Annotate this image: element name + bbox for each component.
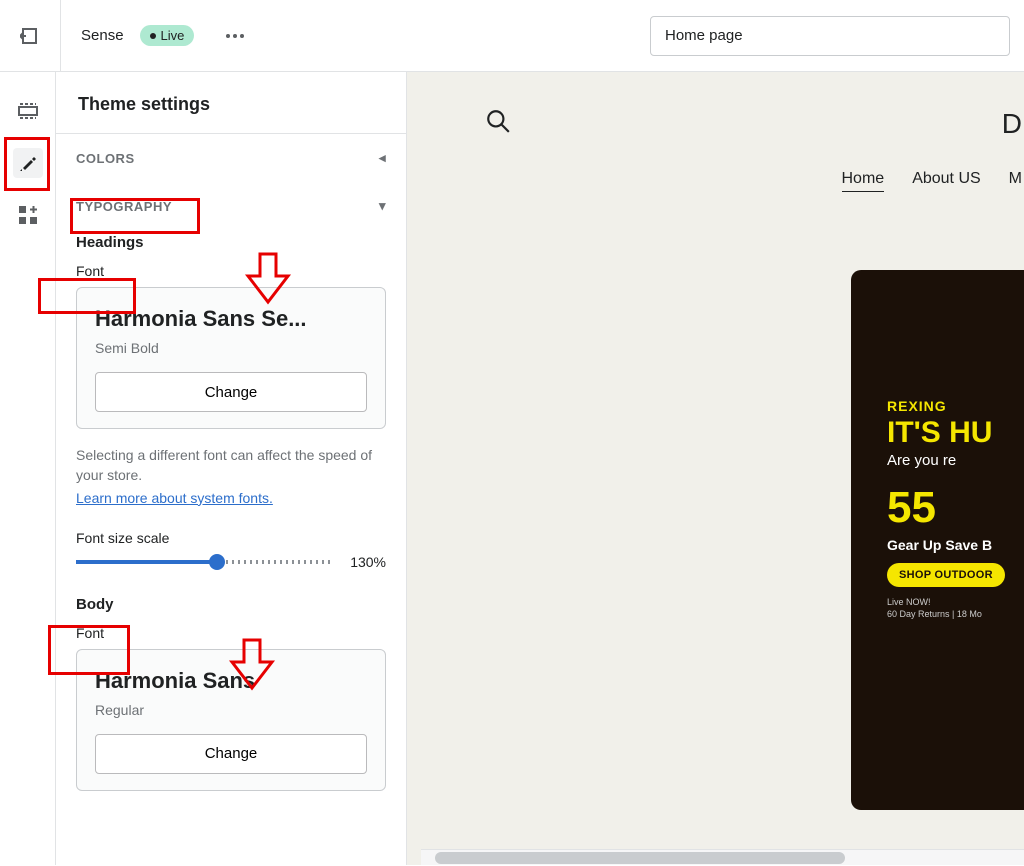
body-font-label: Font [76,625,386,641]
rail-theme-settings[interactable] [13,148,43,178]
live-badge: Live [140,25,195,46]
hero-tiny1: Live NOW! [887,597,1024,609]
paint-icon [18,153,38,173]
hero-tiny2: 60 Day Returns | 18 Mo [887,609,1024,621]
typography-body: Headings Font Harmonia Sans Se... Semi B… [56,230,406,827]
font-size-scale-label: Font size scale [76,530,386,546]
heading-font-card: Harmonia Sans Se... Semi Bold Change [76,287,386,429]
hero-cta[interactable]: SHOP OUTDOOR [887,563,1005,587]
body-font-name: Harmonia Sans [95,668,367,694]
nav-about[interactable]: About US [912,170,980,192]
preview-pane: D Home About US M REXING IT'S HU Are you… [406,72,1024,865]
exit-icon [20,26,40,46]
hero-big: 55 [887,483,1024,533]
colors-label: Colors [76,151,135,166]
preview-search-icon[interactable] [485,108,511,134]
dots-icon [226,34,244,38]
body-heading: Body [76,596,386,613]
heading-change-button[interactable]: Change [95,372,367,412]
hero-line1: IT'S HU [887,416,1024,450]
preview-logo: D [1002,108,1022,140]
left-rail [0,72,56,865]
hero-line2: Are you re [887,452,1024,469]
hero-sub: Gear Up Save B [887,537,1024,553]
nav-m[interactable]: M [1009,170,1022,192]
body-font-card: Harmonia Sans Regular Change [76,649,386,791]
heading-font-style: Semi Bold [95,340,367,356]
main: Theme settings Colors ◂ Typography ▾ Hea… [0,72,1024,865]
font-size-scale: Font size scale 130% [76,530,386,570]
panel-scroll[interactable]: Colors ◂ Typography ▾ Headings Font Harm… [56,134,406,866]
rail-apps[interactable] [13,200,43,230]
typography-section[interactable]: Typography ▾ [56,182,406,230]
theme-name: Sense [81,27,124,44]
nav-home[interactable]: Home [842,170,885,192]
topbar: Sense Live Home page [0,0,1024,72]
typography-label: Typography [76,199,172,214]
slider-thumb[interactable] [209,554,225,570]
sections-icon [18,103,38,119]
panel-title: Theme settings [56,72,406,134]
preview-h-scrollbar-thumb[interactable] [435,852,845,864]
hero-brand: REXING [887,398,1024,414]
rail-sections[interactable] [13,96,43,126]
slider-track[interactable] [76,560,332,564]
page-dropdown[interactable]: Home page [650,16,1010,56]
page-dropdown-label: Home page [665,27,743,44]
preview-hero: REXING IT'S HU Are you re 55 Gear Up Sav… [851,270,1024,810]
font-size-scale-value: 130% [342,554,386,570]
more-button[interactable] [222,23,248,49]
headings-heading: Headings [76,234,386,251]
font-help-link[interactable]: Learn more about system fonts. [76,490,273,506]
preview-nav: Home About US M [842,170,1023,192]
font-label: Font [76,263,386,279]
font-help-text: Selecting a different font can affect th… [76,445,386,486]
heading-font-name: Harmonia Sans Se... [95,306,367,332]
colors-section[interactable]: Colors ◂ [56,134,406,182]
chevron-left-icon: ◂ [379,150,386,166]
apps-icon [19,206,37,224]
body-font-style: Regular [95,702,367,718]
exit-button[interactable] [14,20,46,52]
settings-panel: Theme settings Colors ◂ Typography ▾ Hea… [56,72,406,865]
divider [60,0,61,72]
chevron-down-icon: ▾ [379,198,386,214]
preview-h-scrollbar[interactable] [421,849,1024,865]
body-change-button[interactable]: Change [95,734,367,774]
